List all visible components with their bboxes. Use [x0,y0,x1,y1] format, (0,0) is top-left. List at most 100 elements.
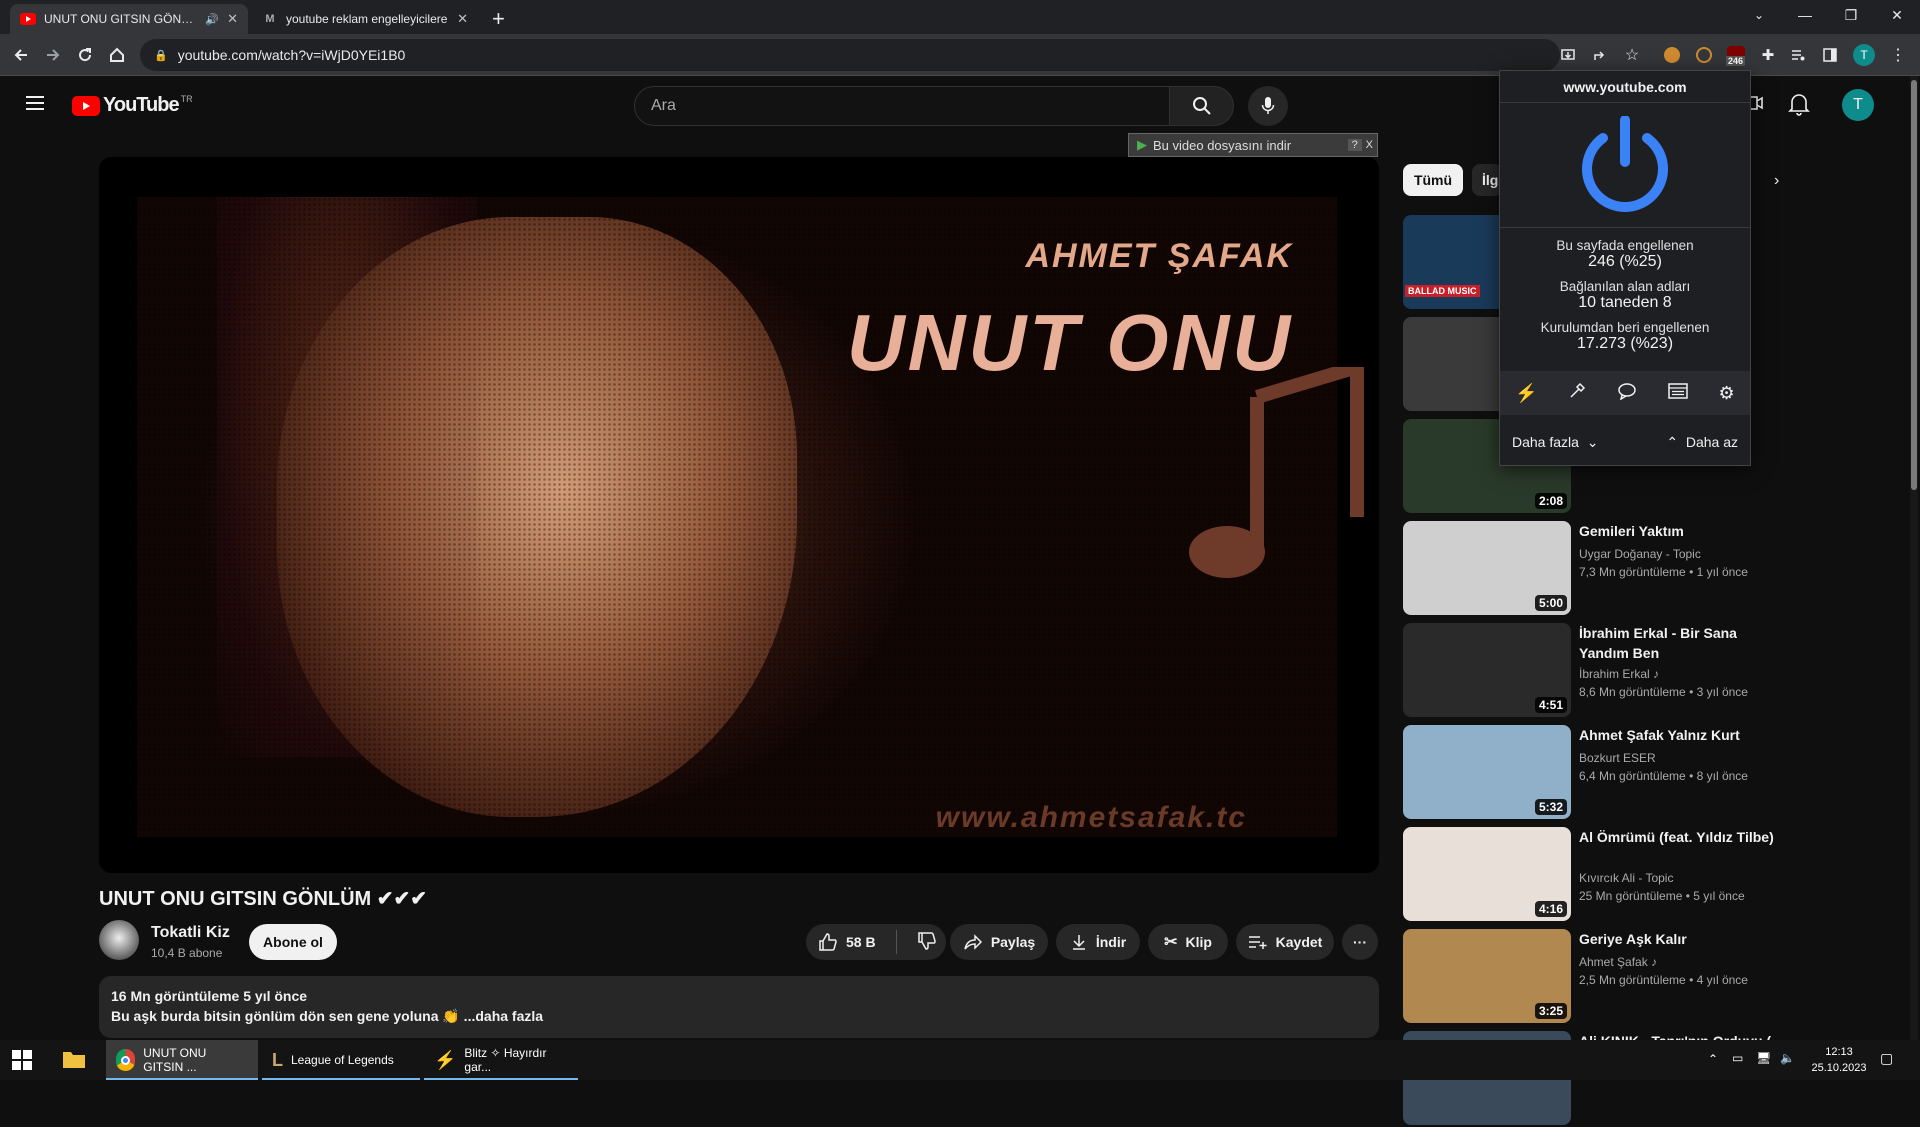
notifications-bell-icon[interactable] [1788,92,1810,121]
system-clock[interactable]: 12:13 25.10.2023 [1806,1044,1872,1076]
video-thumbnail[interactable]: 5:00 [1403,521,1571,615]
league-of-legends-icon: L [272,1049,283,1070]
address-bar[interactable]: 🔒 youtube.com/watch?v=iWjD0YEi1B0 [140,39,1560,71]
chip-all[interactable]: Tümü [1403,164,1463,196]
share-button[interactable]: Paylaş [950,924,1048,960]
side-panel-icon[interactable] [1818,43,1842,67]
windows-start-icon[interactable] [12,1050,32,1075]
recommended-channel[interactable]: Uygar Doğanay - Topic [1579,547,1701,561]
logger-list-icon[interactable] [1668,382,1688,404]
subscribe-button[interactable]: Abone ol [249,924,337,960]
volume-icon[interactable]: 🔈 [1780,1051,1795,1065]
recommended-channel[interactable]: Kıvırcık Ali - Topic [1579,871,1673,885]
save-button[interactable]: Kaydet [1236,924,1334,960]
eyedropper-icon[interactable] [1568,382,1586,405]
download-button[interactable]: İndir [1056,924,1140,960]
recommended-title[interactable]: İbrahim Erkal - Bir Sana Yandım Ben [1579,623,1789,663]
extensions-puzzle-icon[interactable]: ✚ [1756,43,1780,67]
tab-ad-blocker-search[interactable]: M youtube reklam engelleyicilere ✕ [252,4,478,34]
search-button[interactable] [1170,86,1234,126]
lightning-icon[interactable]: ⚡ [1515,383,1537,404]
profile-avatar[interactable]: T [1852,43,1876,67]
tab-close-icon[interactable]: ✕ [457,11,468,27]
channel-avatar[interactable] [99,920,139,960]
taskbar-league-of-legends[interactable]: L League of Legends [262,1040,420,1080]
recommended-channel[interactable]: Ahmet Şafak ♪ [1579,955,1657,969]
home-icon[interactable] [104,42,130,68]
cookie-editor-extension-icon[interactable] [1692,43,1716,67]
recommended-title[interactable]: Al Ömrümü (feat. Yıldız Tilbe) [1579,827,1789,847]
youtube-logo[interactable]: YouTube TR [72,94,193,117]
recommended-video[interactable]: 4:16 Al Ömrümü (feat. Yıldız Tilbe) Kıvırc… [1403,827,1803,923]
chrome-menu-icon[interactable]: ⋮ [1886,43,1910,67]
video-thumbnail[interactable]: 4:16 [1403,827,1571,921]
taskbar-blitz[interactable]: ⚡ Blitz ✧ Hayırdır gar... [424,1040,578,1080]
recommended-video[interactable]: 3:25 Geriye Aşk Kalır Ahmet Şafak ♪ 2,5 Mn … [1403,929,1803,1025]
tab-search-icon[interactable]: ⌄ [1736,0,1782,30]
chips-next-arrow-icon[interactable]: › [1774,172,1779,190]
chip-related[interactable]: İlg [1472,164,1502,196]
tab-close-icon[interactable]: ✕ [227,11,238,27]
battery-icon[interactable]: ▭ [1732,1051,1743,1065]
cookie-extension-icon[interactable] [1660,43,1684,67]
page-scrollbar[interactable] [1910,76,1918,1040]
download-close-button[interactable]: X [1366,139,1373,151]
recommended-title[interactable]: Geriye Aşk Kalır [1579,929,1789,949]
download-video-bar[interactable]: ▶ Bu video dosyasını indir ? X [1128,133,1378,157]
power-button[interactable] [1500,103,1750,227]
recommended-video[interactable]: 5:00 Gemileri Yaktım Uygar Doğanay - Topic… [1403,521,1803,617]
video-thumbnail[interactable]: 3:25 [1403,929,1571,1023]
account-avatar[interactable]: T [1842,89,1874,121]
show-hidden-icons-icon[interactable]: ⌃ [1708,1052,1718,1066]
minimize-button[interactable]: — [1782,0,1828,30]
media-control-icon[interactable] [1786,43,1810,67]
back-arrow-icon[interactable] [8,42,34,68]
forward-arrow-icon[interactable] [40,42,66,68]
region-code: TR [180,93,193,104]
tab-youtube-video[interactable]: UNUT ONU GITSIN GÖNLÜM 🔊 ✕ [10,4,248,34]
close-window-button[interactable]: ✕ [1874,0,1920,30]
scrollbar-thumb[interactable] [1911,80,1917,490]
install-app-icon[interactable] [1556,43,1580,67]
ublock-more-less: Daha fazla ⌄ ⌃ Daha az [1500,419,1750,465]
video-thumbnail[interactable]: 5:32 [1403,725,1571,819]
like-button[interactable]: 58 B [818,932,876,952]
speech-bubble-icon[interactable] [1617,382,1637,405]
less-button[interactable]: ⌃ Daha az [1666,434,1738,451]
reload-icon[interactable] [72,42,98,68]
more-button[interactable]: Daha fazla ⌄ [1512,434,1598,451]
file-explorer-icon[interactable] [62,1048,86,1075]
search-input[interactable]: Ara [634,86,1170,126]
share-arrow-icon [964,934,982,950]
share-icon[interactable] [1588,43,1612,67]
bookmark-star-icon[interactable]: ☆ [1620,43,1644,67]
dislike-button[interactable] [917,931,937,954]
ublock-origin-icon[interactable]: 246 [1724,43,1748,67]
description-box[interactable]: 16 Mn görüntüleme 5 yıl önce Bu aşk burd… [99,976,1379,1038]
clock-time: 12:13 [1825,1046,1853,1058]
more-actions-button[interactable]: ··· [1342,924,1378,960]
video-duration: 4:51 [1534,697,1567,713]
recommended-channel[interactable]: Bozkurt ESER [1579,751,1656,765]
video-thumbnail[interactable]: 4:51 [1403,623,1571,717]
channel-name[interactable]: Tokatli Kiz [151,924,230,942]
recommended-title[interactable]: Ahmet Şafak Yalnız Kurt [1579,725,1789,745]
voice-search-button[interactable] [1248,86,1288,126]
taskbar-chrome[interactable]: UNUT ONU GITSIN ... [106,1040,258,1080]
clip-button[interactable]: ✂ Klip [1148,924,1228,960]
download-help-button[interactable]: ? [1347,139,1362,151]
blitz-icon: ⚡ [434,1049,457,1070]
network-icon[interactable]: 🖥 [1756,1051,1771,1065]
maximize-button[interactable]: ❐ [1828,0,1874,30]
video-player[interactable]: AHMET ŞAFAK UNUT ONU www.ahmetsafak.tc [99,157,1379,873]
recommended-video[interactable]: 4:51 İbrahim Erkal - Bir Sana Yandım Ben İ… [1403,623,1803,719]
browser-tab-strip: UNUT ONU GITSIN GÖNLÜM 🔊 ✕ M youtube rek… [0,0,1920,34]
audio-playing-icon[interactable]: 🔊 [205,13,219,26]
notifications-icon[interactable]: ▢ [1880,1050,1893,1067]
new-tab-button[interactable]: + [492,6,505,32]
recommended-video[interactable]: 5:32 Ahmet Şafak Yalnız Kurt Bozkurt ESER 6… [1403,725,1803,821]
settings-gears-icon[interactable]: ⚙ [1719,383,1735,404]
recommended-channel[interactable]: İbrahim Erkal ♪ [1579,667,1659,681]
hamburger-menu-icon[interactable] [24,94,46,117]
recommended-title[interactable]: Gemileri Yaktım [1579,521,1789,541]
